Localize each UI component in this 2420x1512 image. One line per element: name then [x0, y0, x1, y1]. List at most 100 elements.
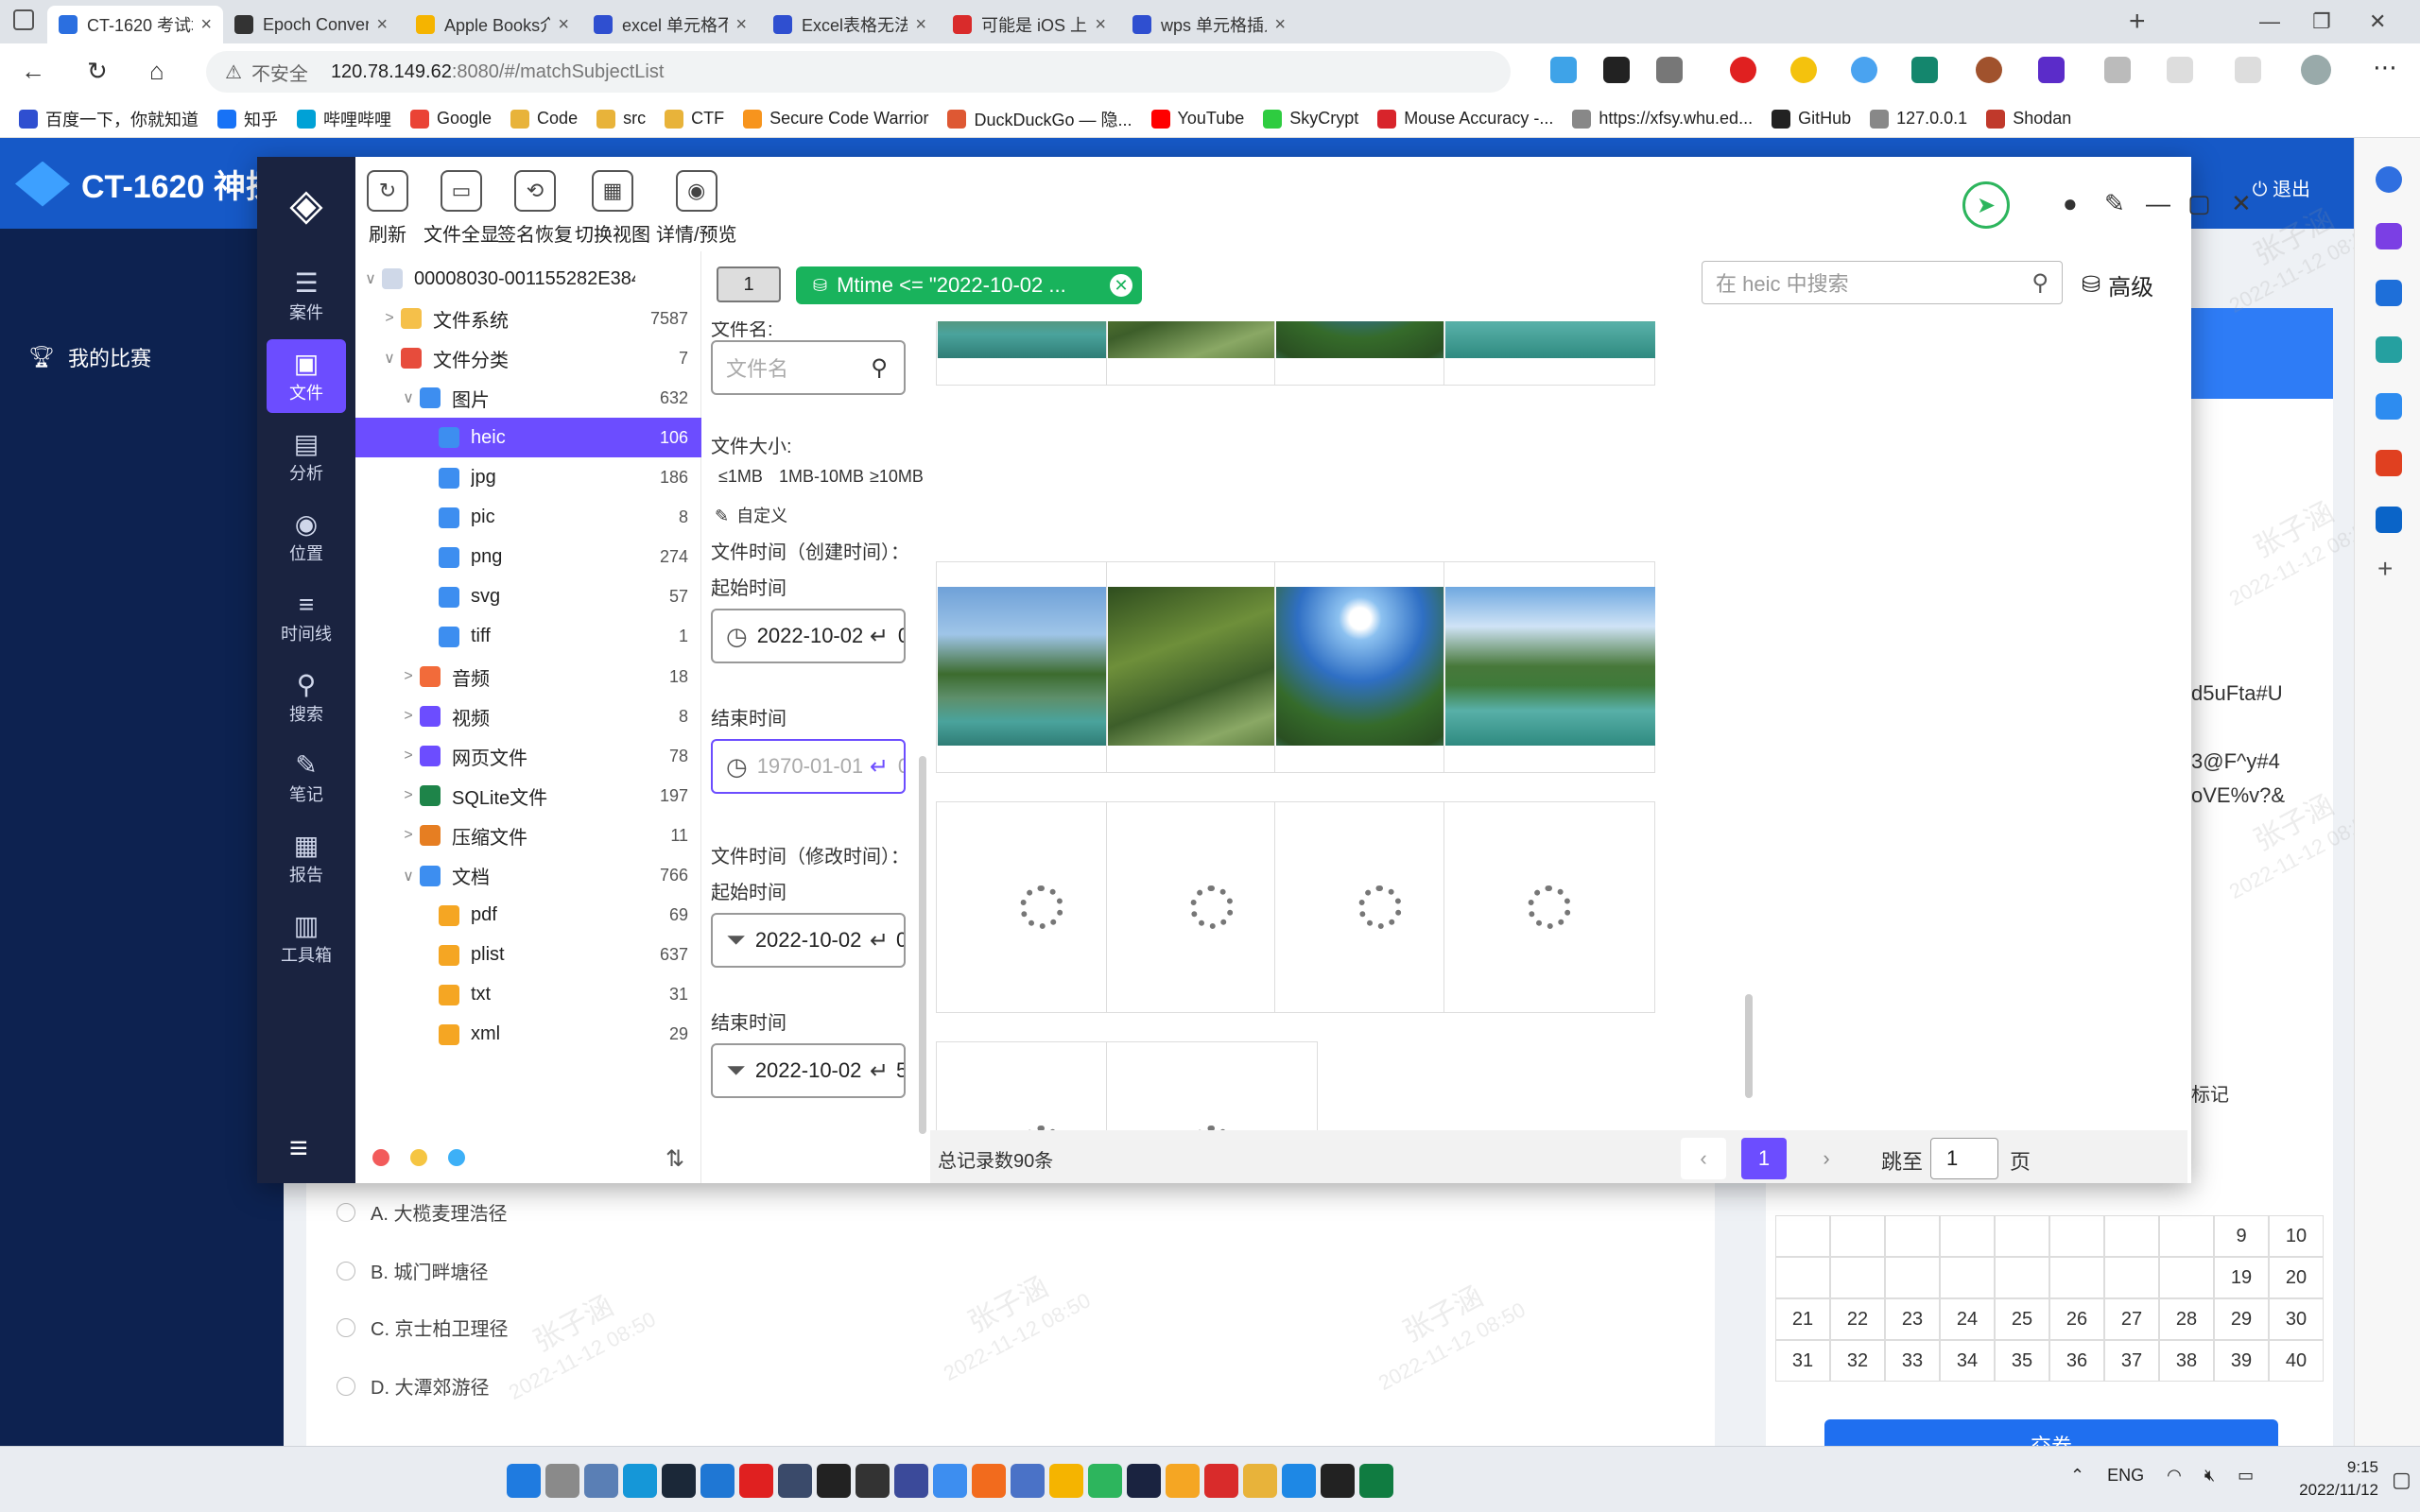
taskbar-app-icon[interactable] — [1088, 1464, 1122, 1498]
taskbar-app-icon[interactable] — [584, 1464, 618, 1498]
caret-icon[interactable]: > — [378, 310, 401, 327]
caret-icon[interactable]: > — [397, 827, 420, 844]
yellow-dot-icon[interactable] — [410, 1149, 427, 1166]
page-button[interactable]: 1 — [1741, 1138, 1787, 1179]
browser-tab[interactable]: Apple Books介绍_Apple Bo × — [405, 6, 580, 43]
office-icon[interactable] — [2376, 450, 2402, 476]
tree-item[interactable]: pic 8 — [355, 498, 701, 538]
question-number-cell[interactable]: 37 — [2104, 1340, 2159, 1382]
tree-item[interactable]: svg 57 — [355, 577, 701, 617]
taskbar-app-icon[interactable] — [778, 1464, 812, 1498]
filter-page-button[interactable]: 1 — [717, 266, 781, 302]
question-number-cell[interactable] — [2104, 1257, 2159, 1298]
advanced-search-button[interactable]: ⛁ 高级 — [2082, 268, 2153, 301]
question-number-cell[interactable]: 32 — [1830, 1340, 1885, 1382]
battery-icon[interactable]: ▭ — [2238, 1466, 2254, 1486]
blue-dot-icon[interactable] — [448, 1149, 465, 1166]
bookmark-item[interactable]: 百度一下，你就知道 — [19, 107, 199, 131]
question-number-cell[interactable]: 27 — [2104, 1298, 2159, 1340]
taskbar-app-icon[interactable] — [894, 1464, 928, 1498]
nav-item-note[interactable]: ✎ 笔记 — [267, 741, 346, 815]
tree-item[interactable]: txt 31 — [355, 975, 701, 1015]
user-icon[interactable]: ● — [2063, 189, 2078, 218]
tree-item[interactable]: ∨ 文档 766 — [355, 856, 701, 896]
bookmark-item[interactable]: 知乎 — [217, 107, 278, 131]
caret-icon[interactable]: > — [397, 787, 420, 804]
bookmark-item[interactable]: Secure Code Warrior — [743, 109, 928, 129]
bookmark-item[interactable]: GitHub — [1772, 109, 1851, 129]
question-number-cell[interactable]: 20 — [2269, 1257, 2324, 1298]
taskbar-app-icon[interactable] — [1127, 1464, 1161, 1498]
tab-close-icon[interactable]: × — [735, 14, 747, 36]
taskbar-app-icon[interactable] — [1166, 1464, 1200, 1498]
size-option[interactable]: ≥10MB — [870, 467, 924, 487]
notification-icon[interactable]: ▢ — [2392, 1468, 2411, 1492]
taskbar-app-icon[interactable] — [1321, 1464, 1355, 1498]
extension-icon[interactable] — [1550, 57, 1577, 83]
caret-icon[interactable]: > — [397, 668, 420, 685]
toolbar-button[interactable]: ↻ 刷新 — [367, 170, 408, 247]
taskbar-app-icon[interactable] — [1011, 1464, 1045, 1498]
submit-exam-button[interactable]: 交卷 — [1824, 1419, 2278, 1446]
enter-icon[interactable]: ↵ — [862, 926, 896, 954]
caret-icon[interactable]: ∨ — [378, 349, 401, 368]
question-number-cell[interactable] — [1995, 1257, 2049, 1298]
mark-toggle[interactable]: 标记 — [2191, 1079, 2229, 1107]
tab-close-icon[interactable]: × — [1095, 14, 1106, 36]
logout-button[interactable]: ⏻ 退出 — [2253, 174, 2310, 201]
question-number-cell[interactable]: 22 — [1830, 1298, 1885, 1340]
url-input[interactable]: ⚠ 不安全 120.78.149.62 :8080/#/matchSubject… — [206, 51, 1511, 93]
chevron-up-icon[interactable]: ⌃ — [2070, 1466, 2084, 1486]
question-number-cell[interactable] — [2049, 1215, 2104, 1257]
browser-tab[interactable]: CT-1620 考试培训系统-用户 × — [47, 6, 223, 43]
nav-item-search[interactable]: ⚲ 搜索 — [267, 661, 346, 734]
tab-actions-icon[interactable] — [13, 9, 34, 30]
question-number-cell[interactable]: 25 — [1995, 1298, 2049, 1340]
extension-icon[interactable] — [1603, 57, 1630, 83]
outlook-icon[interactable] — [2376, 507, 2402, 533]
question-number-cell[interactable]: 10 — [2269, 1215, 2324, 1257]
restore-window-button[interactable]: ❐ — [2312, 9, 2331, 34]
taskbar-app-icon[interactable] — [817, 1464, 851, 1498]
question-number-cell[interactable] — [2049, 1257, 2104, 1298]
copilot-icon[interactable] — [2376, 223, 2402, 249]
nav-item-location[interactable]: ◉ 位置 — [267, 500, 346, 574]
option-c[interactable]: C. 京士柏卫理径 — [337, 1314, 509, 1341]
close-icon[interactable]: ✕ — [1110, 274, 1132, 297]
home-button[interactable]: ⌂ — [149, 57, 164, 86]
custom-size-button[interactable]: ✎ 自定义 — [715, 503, 787, 527]
question-number-cell[interactable] — [1940, 1257, 1995, 1298]
sidebar-item-my-matches[interactable]: 🏆︎ 我的比赛 — [28, 342, 151, 372]
tree-item[interactable]: > 压缩文件 11 — [355, 816, 701, 855]
bookmark-item[interactable]: 哔哩哔哩 — [297, 107, 391, 131]
taskbar-app-icon[interactable] — [507, 1464, 541, 1498]
option-a[interactable]: A. 大榄麦理浩径 — [337, 1198, 507, 1226]
reload-button[interactable]: ↻ — [87, 57, 108, 86]
browser-tab[interactable]: Excel表格无法插入图片-百度 × — [762, 6, 938, 43]
new-tab-button[interactable]: + — [2129, 6, 2146, 38]
extension-icon[interactable] — [1656, 57, 1683, 83]
grid-scrollbar[interactable] — [1745, 994, 1753, 1098]
tab-close-icon[interactable]: × — [558, 14, 569, 36]
extensions-icon[interactable] — [2104, 57, 2131, 83]
taskbar-app-icon[interactable] — [662, 1464, 696, 1498]
thumbnail-cell[interactable] — [1443, 561, 1655, 773]
pin-icon[interactable]: ✎ — [2104, 189, 2125, 218]
caret-icon[interactable]: ∨ — [359, 269, 382, 288]
taskbar-app-icon[interactable] — [700, 1464, 735, 1498]
filter-tag[interactable]: ⛁ Mtime <= "2022-10-02 ... ✕ — [796, 266, 1142, 304]
bookmark-item[interactable]: Code — [510, 109, 578, 129]
question-number-cell[interactable] — [1885, 1215, 1940, 1257]
toolbar-button[interactable]: ▦ 切换视图 — [575, 170, 650, 247]
browser-tab[interactable]: 可能是 iOS 上综合体验最好 × — [942, 6, 1117, 43]
question-number-cell[interactable]: 39 — [2214, 1340, 2269, 1382]
language-indicator[interactable]: ENG — [2107, 1466, 2144, 1486]
nav-item-file[interactable]: ▣ 文件 — [267, 339, 346, 413]
extension-icon[interactable] — [1851, 57, 1877, 83]
nav-item-timeline[interactable]: ≡ 时间线 — [267, 580, 346, 654]
tree-item[interactable]: png 274 — [355, 538, 701, 577]
question-number-cell[interactable]: 28 — [2159, 1298, 2214, 1340]
tools-icon[interactable] — [2376, 336, 2402, 363]
tree-item[interactable]: ∨ 文件分类 7 — [355, 338, 701, 378]
taskbar-app-icon[interactable] — [623, 1464, 657, 1498]
